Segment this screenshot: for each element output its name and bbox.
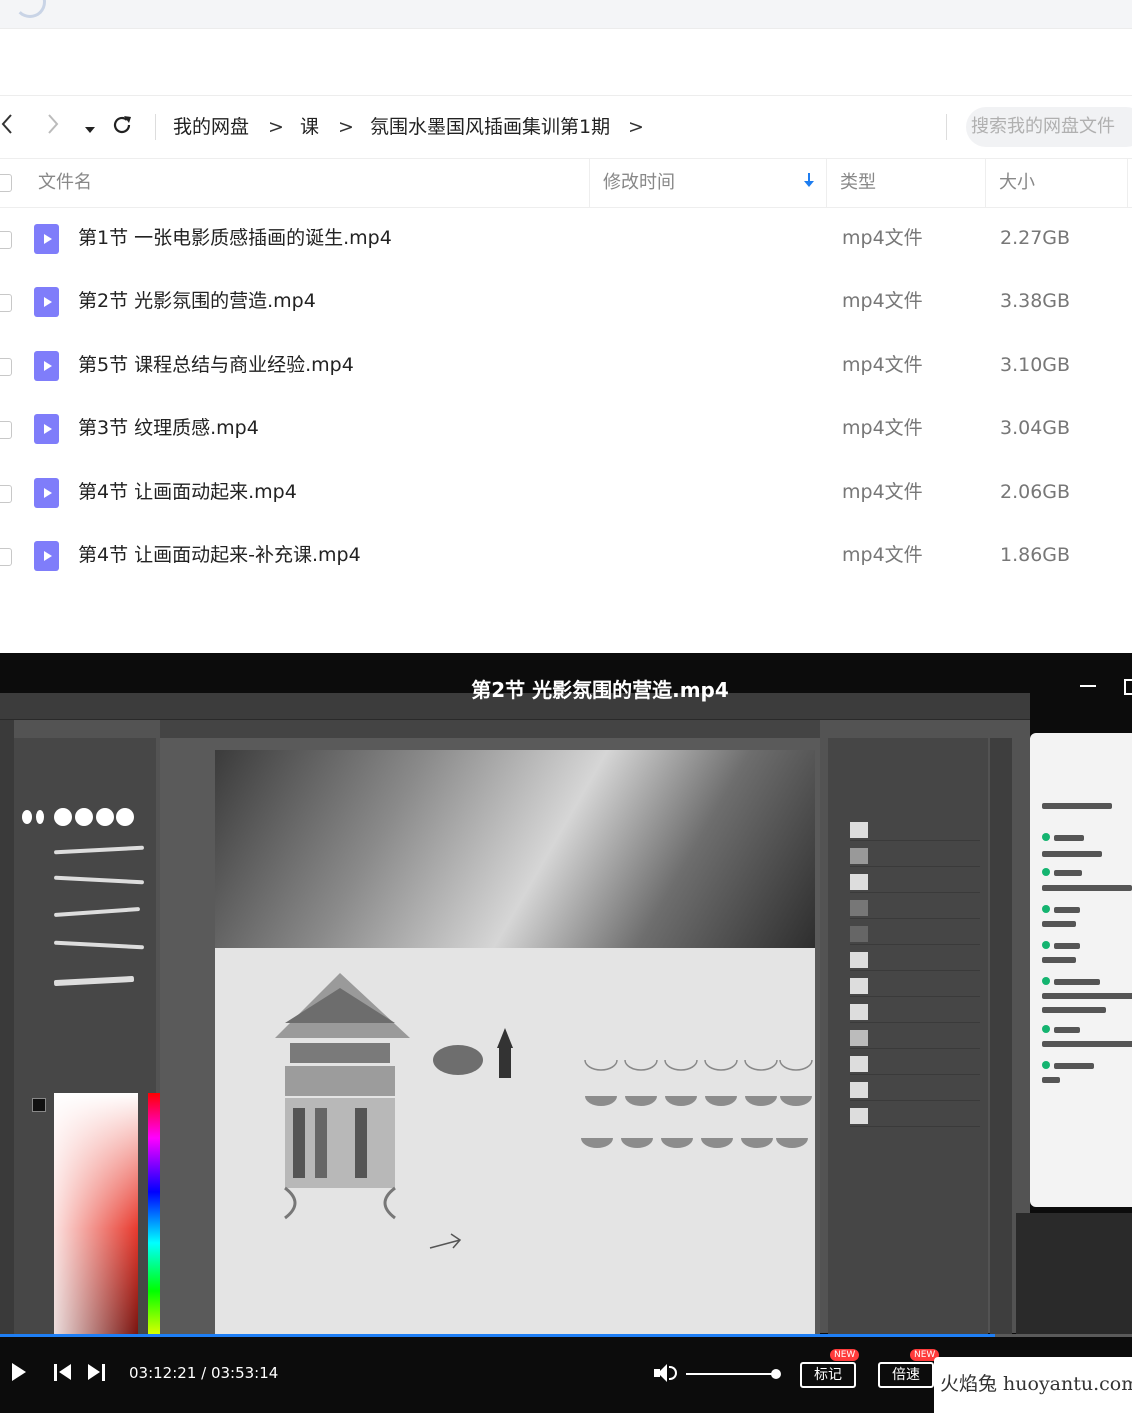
search-input[interactable]: 搜索我的网盘文件 xyxy=(966,107,1132,147)
forward-button[interactable] xyxy=(46,112,60,144)
video-title: 第2节 光影氛围的营造.mp4 xyxy=(471,678,729,702)
table-row[interactable]: 第4节 让画面动起来-补充课.mp4 mp4文件 1.86GB xyxy=(0,524,1132,587)
file-type: mp4文件 xyxy=(842,227,923,249)
file-name[interactable]: 第1节 一张电影质感插画的诞生.mp4 xyxy=(78,225,392,251)
top-strip xyxy=(0,0,1132,29)
row-checkbox[interactable] xyxy=(0,231,12,249)
video-frame-brush-panel xyxy=(14,738,160,1393)
file-name[interactable]: 第5节 课程总结与商业经验.mp4 xyxy=(78,352,354,378)
column-header-name[interactable]: 文件名 xyxy=(38,171,92,195)
history-dropdown-button[interactable] xyxy=(84,116,96,144)
table-row[interactable]: 第5节 课程总结与商业经验.mp4 mp4文件 3.10GB xyxy=(0,334,1132,397)
video-file-icon xyxy=(34,414,59,444)
video-frame-chat-panel xyxy=(1030,733,1132,1207)
nav-divider xyxy=(155,114,156,140)
column-divider[interactable] xyxy=(985,159,986,207)
column-header-modified[interactable]: 修改时间 xyxy=(603,171,675,195)
column-header-type[interactable]: 类型 xyxy=(840,171,876,195)
table-row[interactable]: 第2节 光影氛围的营造.mp4 mp4文件 3.38GB xyxy=(0,270,1132,333)
video-file-icon xyxy=(34,541,59,571)
file-type: mp4文件 xyxy=(842,417,923,439)
next-icon[interactable] xyxy=(88,1364,108,1382)
table-row[interactable]: 第4节 让画面动起来.mp4 mp4文件 2.06GB xyxy=(0,461,1132,524)
mark-button[interactable]: 标记 xyxy=(800,1362,856,1388)
video-file-icon xyxy=(34,224,59,254)
file-size: 1.86GB xyxy=(1000,544,1071,566)
breadcrumb-current[interactable]: 氛围水墨国风插画集训第1期 xyxy=(370,113,610,141)
file-size: 3.38GB xyxy=(1000,290,1071,312)
video-frame-artwork xyxy=(215,750,815,1340)
loading-arc-icon xyxy=(14,0,46,18)
video-frame-side-dock xyxy=(990,738,1012,1338)
time-display: 03:12:21 / 03:53:14 xyxy=(129,1364,279,1382)
breadcrumb-separator: > xyxy=(268,116,284,138)
volume-slider-knob[interactable] xyxy=(771,1369,781,1379)
refresh-button[interactable] xyxy=(111,114,133,144)
select-all-checkbox[interactable] xyxy=(0,174,12,192)
breadcrumb-separator: > xyxy=(338,116,354,138)
file-size: 2.06GB xyxy=(1000,481,1071,503)
speed-button[interactable]: 倍速 xyxy=(878,1362,934,1388)
file-type: mp4文件 xyxy=(842,354,923,376)
video-frame-layers-panel xyxy=(828,738,988,1338)
video-frame-toolbox xyxy=(0,720,14,1340)
sort-down-icon[interactable] xyxy=(803,171,815,194)
file-type: mp4文件 xyxy=(842,290,923,312)
nav-divider xyxy=(946,114,947,140)
row-checkbox[interactable] xyxy=(0,548,12,566)
volume-icon[interactable] xyxy=(654,1364,680,1382)
video-frame[interactable] xyxy=(0,693,1132,1393)
chevron-right-icon xyxy=(48,114,59,134)
previous-icon[interactable] xyxy=(54,1364,74,1382)
column-divider[interactable] xyxy=(826,159,827,207)
breadcrumb-separator: > xyxy=(628,116,644,138)
new-badge: NEW xyxy=(830,1349,860,1361)
breadcrumb-root[interactable]: 我的网盘 xyxy=(173,113,249,141)
back-button[interactable] xyxy=(0,112,14,144)
column-divider[interactable] xyxy=(589,159,590,207)
column-divider[interactable] xyxy=(1127,159,1128,207)
table-row[interactable]: 第1节 一张电影质感插画的诞生.mp4 mp4文件 2.27GB xyxy=(0,207,1132,270)
row-checkbox[interactable] xyxy=(0,358,12,376)
file-name[interactable]: 第4节 让画面动起来-补充课.mp4 xyxy=(78,542,361,568)
file-name[interactable]: 第3节 纹理质感.mp4 xyxy=(78,415,259,441)
file-type: mp4文件 xyxy=(842,544,923,566)
file-size: 3.10GB xyxy=(1000,354,1071,376)
video-file-icon xyxy=(34,351,59,381)
video-file-icon xyxy=(34,478,59,508)
column-header-size[interactable]: 大小 xyxy=(999,171,1035,195)
chevron-left-icon xyxy=(1,114,12,134)
watermark: 火焰兔 huoyantu.com xyxy=(934,1357,1132,1413)
video-player[interactable]: 第2节 光影氛围的营造.mp4 03:12:21 / 03:53:14 标记 N… xyxy=(0,653,1132,1413)
row-checkbox[interactable] xyxy=(0,485,12,503)
file-name[interactable]: 第4节 让画面动起来.mp4 xyxy=(78,479,297,505)
refresh-icon xyxy=(113,116,131,134)
maximize-button[interactable] xyxy=(1124,679,1132,695)
minimize-button[interactable] xyxy=(1080,685,1096,687)
video-frame-tabs xyxy=(160,720,820,738)
table-row[interactable]: 第3节 纹理质感.mp4 mp4文件 3.04GB xyxy=(0,397,1132,460)
watermark-text: 火焰兔 huoyantu.com xyxy=(940,1373,1132,1395)
file-table-header: 文件名 修改时间 类型 大小 xyxy=(0,158,1132,208)
file-size: 2.27GB xyxy=(1000,227,1071,249)
row-checkbox[interactable] xyxy=(0,421,12,439)
video-file-icon xyxy=(34,287,59,317)
file-size: 3.04GB xyxy=(1000,417,1071,439)
nav-bar: 我的网盘 > 课 > 氛围水墨国风插画集训第1期 > 搜索我的网盘文件 xyxy=(0,95,1132,158)
file-name[interactable]: 第2节 光影氛围的营造.mp4 xyxy=(78,288,316,314)
row-checkbox[interactable] xyxy=(0,294,12,312)
file-type: mp4文件 xyxy=(842,481,923,503)
volume-slider[interactable] xyxy=(686,1373,776,1375)
foreground-swatch xyxy=(32,1098,46,1112)
breadcrumb-folder[interactable]: 课 xyxy=(300,113,319,141)
play-icon[interactable] xyxy=(12,1363,26,1381)
caret-down-icon xyxy=(85,127,95,133)
